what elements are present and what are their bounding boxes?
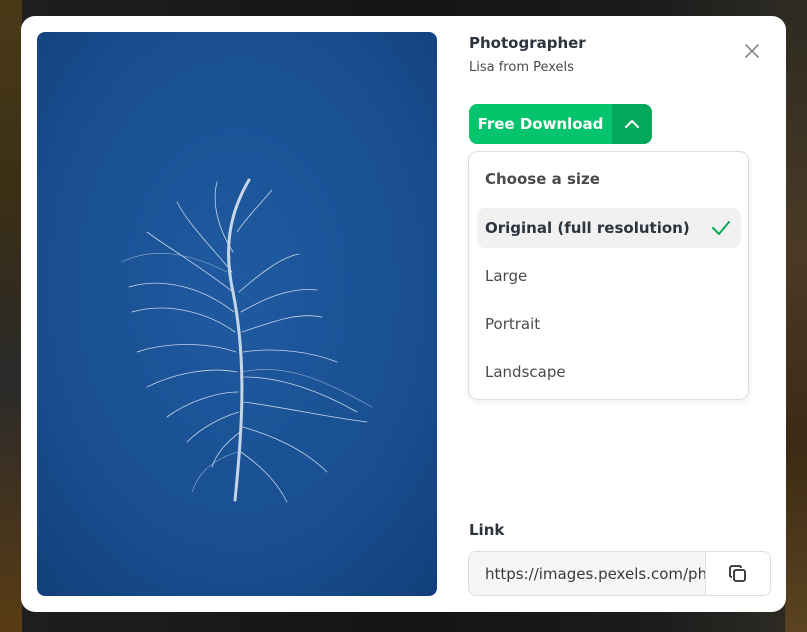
copy-link-button[interactable] [705, 552, 770, 595]
free-download-button[interactable]: Free Download [469, 104, 612, 144]
size-option-label: Large [485, 267, 528, 285]
size-menu-toggle-button[interactable] [612, 104, 652, 144]
download-button-group: Free Download [469, 104, 652, 144]
copy-icon [729, 564, 747, 582]
size-option-landscape[interactable]: Landscape [477, 352, 741, 392]
size-option-label: Portrait [485, 315, 541, 333]
link-label: Link [469, 521, 505, 539]
feather-photo [37, 32, 437, 596]
close-button[interactable] [741, 40, 763, 62]
chevron-up-icon [625, 120, 639, 128]
checkmark-icon [712, 221, 730, 235]
link-field-group: https://images.pexels.com/photos/ [468, 551, 771, 596]
close-icon [745, 44, 759, 58]
size-option-portrait[interactable]: Portrait [477, 304, 741, 344]
size-option-original[interactable]: Original (full resolution) [477, 208, 741, 248]
size-dropdown-menu: Choose a size Original (full resolution)… [468, 151, 749, 400]
backdrop-right-edge [785, 0, 807, 632]
size-option-large[interactable]: Large [477, 256, 741, 296]
photo-preview [37, 32, 437, 596]
size-option-label: Original (full resolution) [485, 219, 690, 237]
download-modal: Photographer Lisa from Pexels Free Downl… [21, 16, 786, 612]
size-menu-heading: Choose a size [485, 170, 600, 188]
size-option-label: Landscape [485, 363, 566, 381]
photographer-heading: Photographer [469, 34, 586, 52]
backdrop-left-edge [0, 0, 22, 632]
link-url-field[interactable]: https://images.pexels.com/photos/ [469, 552, 706, 595]
photographer-name[interactable]: Lisa from Pexels [469, 60, 574, 75]
